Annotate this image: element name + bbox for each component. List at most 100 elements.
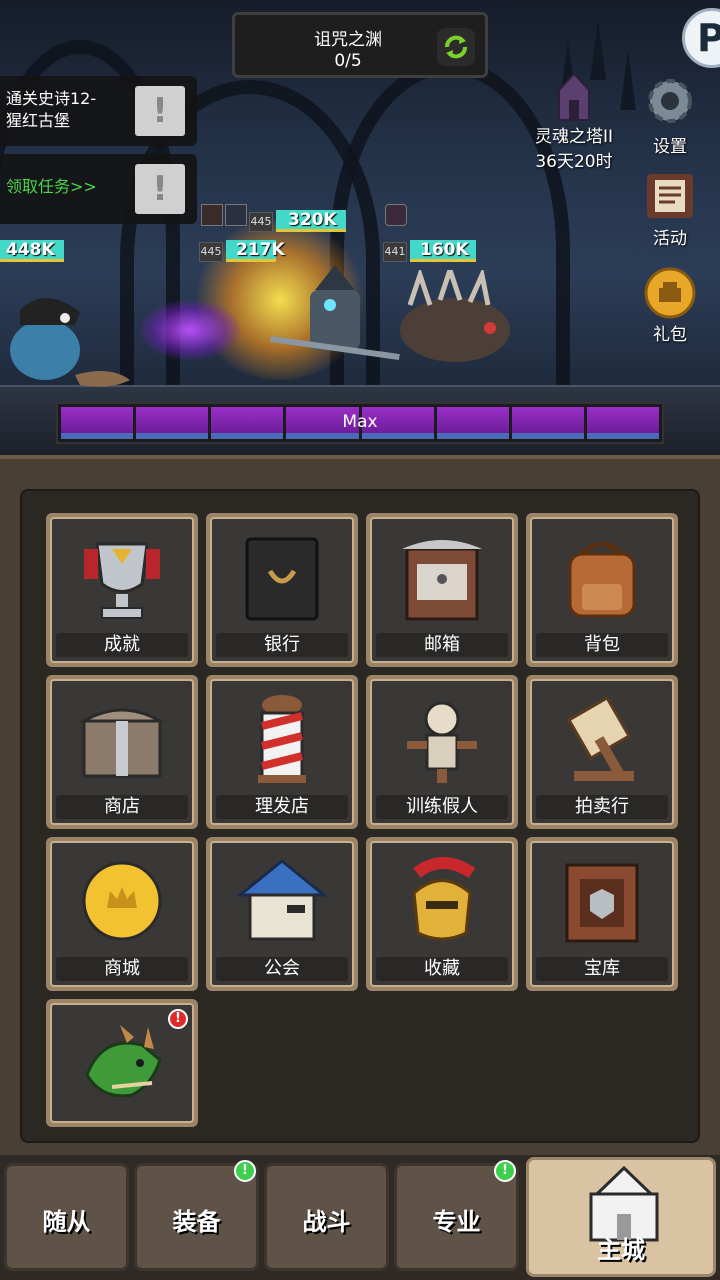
tile-face: 商城 <box>50 841 194 987</box>
buff-icon <box>201 204 223 226</box>
level-badge: 445 <box>249 212 273 232</box>
tile-face: 训练假人 <box>370 679 514 825</box>
level-badge: 445 <box>199 242 223 262</box>
bottom-tab-bar: 随从 ! 装备 战斗 ! 专业 主城 <box>0 1155 720 1280</box>
barber-tile[interactable]: 理发店 <box>206 675 358 829</box>
claim-task-card[interactable]: 领取任务>> ! <box>0 154 197 224</box>
quest-task-card[interactable]: 通关史诗12- 猩红古堡 ! <box>0 76 197 146</box>
shop-tile[interactable]: 商店 <box>46 675 198 829</box>
training-dummy-icon <box>407 701 477 783</box>
tile-label: 理发店 <box>216 795 348 819</box>
settings-button[interactable]: 设置 <box>630 70 710 157</box>
gift-label: 礼包 <box>653 325 687 345</box>
level-badge: 441 <box>383 242 407 262</box>
tab-label: 随从 <box>42 1208 91 1236</box>
helmet-icon <box>412 857 476 941</box>
exclamation-icon: ! <box>135 164 185 214</box>
auction-house-tile[interactable]: 拍卖行 <box>526 675 678 829</box>
achievements-tile[interactable]: 成就 <box>46 513 198 667</box>
tile-label: 背包 <box>536 633 668 657</box>
notice-board-icon <box>647 174 693 218</box>
claim-task-text: 领取任务>> <box>6 177 97 196</box>
exclamation-icon: ! <box>135 86 185 136</box>
dungeon-quest-box[interactable]: 诅咒之渊 0/5 <box>232 12 488 78</box>
tile-face: 成就 <box>50 517 194 663</box>
tower-name: 灵魂之塔II <box>534 127 614 147</box>
tower-timer: 36天20时 <box>535 152 613 172</box>
enemy-hp-bar: 160K <box>410 240 476 262</box>
shadow-orb-effect <box>140 300 240 360</box>
tile-label: 宝库 <box>536 957 668 981</box>
tile-label: 邮箱 <box>376 633 508 657</box>
events-label: 活动 <box>653 229 687 249</box>
hp-value: 217K <box>236 240 285 260</box>
vault-tile[interactable]: 宝库 <box>526 837 678 991</box>
settings-label: 设置 <box>653 137 687 157</box>
mailbox-tile[interactable]: 邮箱 <box>366 513 518 667</box>
notification-dot: ! <box>234 1160 256 1182</box>
mall-tile[interactable]: 商城 <box>46 837 198 991</box>
tab-label: 装备 <box>172 1208 221 1236</box>
gold-coin-icon <box>82 861 162 941</box>
tab-profession[interactable]: ! 专业 <box>394 1160 519 1271</box>
backpack-icon <box>568 541 636 618</box>
tile-label: 公会 <box>216 957 348 981</box>
energy-label: Max <box>342 412 378 432</box>
tile-face: 公会 <box>210 841 354 987</box>
tower-icon <box>558 72 590 121</box>
soul-tower-button[interactable]: 灵魂之塔II 36天20时 <box>528 72 620 172</box>
tab-main-city[interactable]: 主城 <box>526 1157 716 1277</box>
chest-icon <box>78 708 166 778</box>
guild-tile[interactable]: 公会 <box>206 837 358 991</box>
collection-tile[interactable]: 收藏 <box>366 837 518 991</box>
bank-tile[interactable]: 银行 <box>206 513 358 667</box>
tile-face: 邮箱 <box>370 517 514 663</box>
tile-label: 商店 <box>56 795 188 819</box>
dragon-tile[interactable]: ! <box>46 999 198 1127</box>
tab-followers[interactable]: 随从 <box>4 1163 129 1271</box>
tile-label: 训练假人 <box>376 795 508 819</box>
refresh-button[interactable] <box>437 28 475 66</box>
tile-label: 银行 <box>216 633 348 657</box>
trophy-icon <box>84 542 160 619</box>
dungeon-progress: 0/5 <box>334 51 362 71</box>
barber-pole-icon <box>258 695 306 783</box>
gear-icon <box>648 79 692 123</box>
mailbox-icon <box>402 540 482 621</box>
gift-coin-icon <box>644 267 696 319</box>
hp-value: 448K <box>6 240 55 260</box>
tile-label: 收藏 <box>376 957 508 981</box>
tab-label: 战斗 <box>302 1208 351 1236</box>
gavel-icon <box>566 695 634 781</box>
hero-hp-bar: 448K <box>0 240 64 262</box>
profile-letter: P <box>697 16 720 60</box>
tile-face: 拍卖行 <box>530 679 674 825</box>
tile-label: 商城 <box>56 957 188 981</box>
training-dummy-tile[interactable]: 训练假人 <box>366 675 518 829</box>
tab-equipment[interactable]: ! 装备 <box>134 1160 259 1271</box>
backpack-tile[interactable]: 背包 <box>526 513 678 667</box>
hp-value: 320K <box>288 210 337 230</box>
profile-corner-button[interactable]: P <box>682 8 720 68</box>
background-spire <box>590 20 606 80</box>
vault-crate-icon <box>565 863 639 943</box>
pirate-lizard-hero <box>10 297 130 387</box>
buff-icon <box>225 204 247 226</box>
events-button[interactable]: 活动 <box>630 168 710 249</box>
safe-icon <box>245 537 319 621</box>
tile-face: 理发店 <box>210 679 354 825</box>
gift-pack-button[interactable]: 礼包 <box>630 266 710 345</box>
tile-face: 收藏 <box>370 841 514 987</box>
tile-face: 背包 <box>530 517 674 663</box>
energy-bar: Max <box>56 402 664 444</box>
task-text: 通关史诗12- 猩红古堡 <box>6 89 97 130</box>
tab-label: 专业 <box>432 1208 481 1236</box>
tile-label: 拍卖行 <box>536 795 668 819</box>
alert-badge: ! <box>168 1009 188 1029</box>
dungeon-name: 诅咒之渊 <box>314 30 382 50</box>
spiked-beast-enemy <box>400 270 510 362</box>
tab-battle[interactable]: 战斗 <box>264 1163 389 1271</box>
hero-hp-bar: 217K <box>226 240 294 262</box>
guild-house-icon <box>235 859 329 941</box>
debuff-icon <box>385 204 407 226</box>
